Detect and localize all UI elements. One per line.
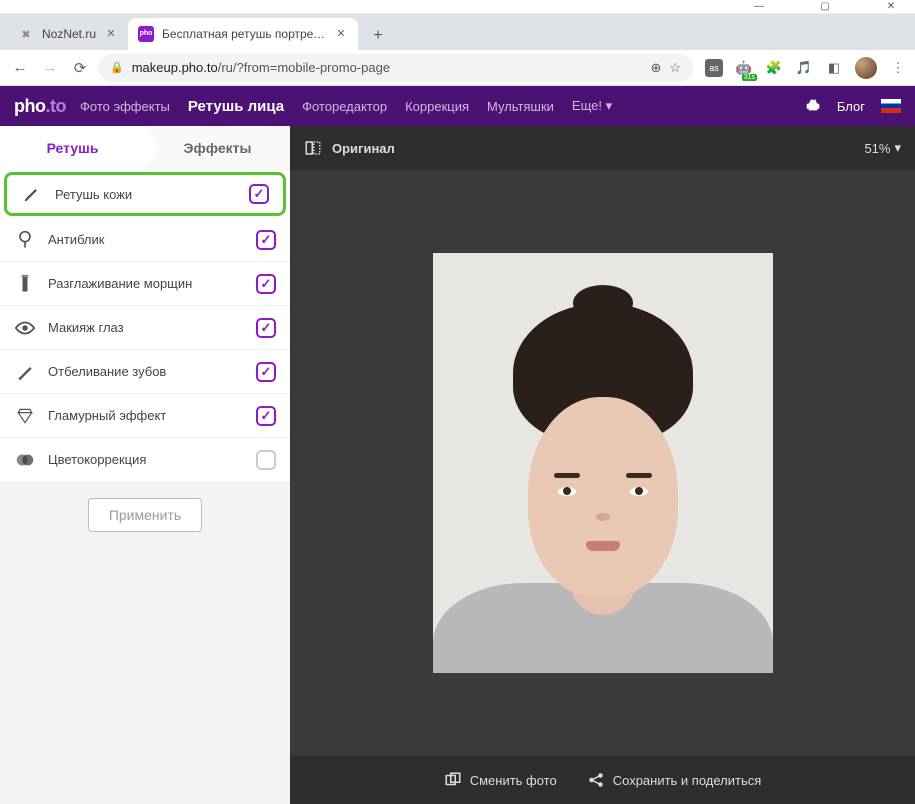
checkbox-icon[interactable]: ✓	[256, 450, 276, 470]
extension-icon[interactable]: ◧	[825, 59, 843, 77]
nav-face-retouch[interactable]: Ретушь лица	[188, 98, 284, 115]
original-label: Оригинал	[332, 141, 395, 156]
circles-icon	[14, 449, 36, 471]
nav-cartoons[interactable]: Мультяшки	[487, 99, 554, 114]
zoom-value: 51%	[864, 141, 890, 156]
option-label: Ретушь кожи	[55, 187, 237, 202]
save-share-button[interactable]: Сохранить и поделиться	[587, 771, 762, 789]
chevron-down-icon: ▾	[894, 140, 901, 156]
option-wrinkle-smoothing[interactable]: Разглаживание морщин ✓	[0, 262, 290, 306]
nav-more[interactable]: Еще! ▾	[572, 98, 612, 114]
browser-tab-noznet[interactable]: ✖ NozNet.ru ✕	[8, 18, 128, 50]
favicon-icon: ✖	[18, 26, 34, 42]
browser-tab-strip: ✖ NozNet.ru ✕ pho Бесплатная ретушь порт…	[0, 14, 915, 50]
sidebar: Ретушь Эффекты Ретушь кожи ✓ Антиблик ✓ …	[0, 126, 290, 804]
browser-tab-phото[interactable]: pho Бесплатная ретушь портретных ✕	[128, 18, 358, 50]
nav-photo-effects[interactable]: Фото эффекты	[80, 99, 170, 114]
header-right: Блог	[789, 98, 901, 114]
profile-avatar[interactable]	[855, 57, 877, 79]
language-flag-icon[interactable]	[881, 99, 901, 113]
portrait-photo	[433, 253, 773, 673]
search-in-page-icon[interactable]: ⊕	[650, 60, 661, 76]
diamond-icon	[14, 405, 36, 427]
checkbox-icon[interactable]: ✓	[256, 318, 276, 338]
change-photo-label: Сменить фото	[470, 773, 557, 788]
option-skin-retouch[interactable]: Ретушь кожи ✓	[4, 172, 286, 216]
option-anti-glare[interactable]: Антиблик ✓	[0, 218, 290, 262]
tube-icon	[14, 273, 36, 295]
apply-row: Применить	[0, 482, 290, 548]
option-label: Макияж глаз	[48, 320, 244, 335]
site-header: pho.to Фото эффекты Ретушь лица Фотореда…	[0, 86, 915, 126]
main-area: Ретушь Эффекты Ретушь кожи ✓ Антиблик ✓ …	[0, 126, 915, 804]
option-eye-makeup[interactable]: Макияж глаз ✓	[0, 306, 290, 350]
blog-link[interactable]: Блог	[837, 99, 865, 114]
reload-button[interactable]: ⟳	[68, 56, 92, 80]
window-titlebar: — ▢ ✕	[0, 0, 915, 14]
android-icon[interactable]	[805, 98, 821, 114]
extension-icon[interactable]: as	[705, 59, 723, 77]
nav-photo-editor[interactable]: Фоторедактор	[302, 99, 387, 114]
tab-title: NozNet.ru	[42, 27, 96, 41]
checkbox-icon[interactable]: ✓	[256, 274, 276, 294]
editor-bottom-bar: Сменить фото Сохранить и поделиться	[290, 756, 915, 804]
window-maximize-button[interactable]: ▢	[807, 1, 843, 12]
save-share-label: Сохранить и поделиться	[613, 773, 762, 788]
lock-icon: 🔒	[110, 61, 124, 74]
retouch-options: Ретушь кожи ✓ Антиблик ✓ Разглаживание м…	[0, 170, 290, 482]
option-teeth-whitening[interactable]: Отбеливание зубов ✓	[0, 350, 290, 394]
brush-icon	[21, 183, 43, 205]
canvas-area[interactable]	[290, 170, 915, 756]
share-icon	[587, 771, 605, 789]
extension-icon[interactable]: 🎵	[795, 59, 813, 77]
site-logo[interactable]: pho.to	[14, 96, 66, 117]
checkbox-icon[interactable]: ✓	[249, 184, 269, 204]
option-label: Гламурный эффект	[48, 408, 244, 423]
swap-icon	[444, 771, 462, 789]
tab-close-icon[interactable]: ✕	[104, 27, 118, 41]
option-glamour-effect[interactable]: Гламурный эффект ✓	[0, 394, 290, 438]
mirror-icon	[14, 229, 36, 251]
option-label: Разглаживание морщин	[48, 276, 244, 291]
option-color-correction[interactable]: Цветокоррекция ✓	[0, 438, 290, 482]
checkbox-icon[interactable]: ✓	[256, 406, 276, 426]
checkbox-icon[interactable]: ✓	[256, 362, 276, 382]
editor: Оригинал 51% ▾ Сменить	[290, 126, 915, 804]
wand-icon	[14, 361, 36, 383]
back-button[interactable]: ←	[8, 56, 32, 80]
option-label: Отбеливание зубов	[48, 364, 244, 379]
window-close-button[interactable]: ✕	[873, 1, 909, 12]
compare-icon[interactable]	[304, 139, 322, 157]
window-minimize-button[interactable]: —	[741, 1, 777, 12]
site-nav: Фото эффекты Ретушь лица Фоторедактор Ко…	[80, 98, 612, 115]
extensions-row: as 🤖31s 🧩 🎵 ◧ ⋮	[699, 57, 907, 79]
tab-close-icon[interactable]: ✕	[334, 27, 348, 41]
chrome-menu-icon[interactable]: ⋮	[889, 59, 907, 77]
extension-icon[interactable]: 🤖31s	[735, 59, 753, 77]
sidebar-tab-retouch[interactable]: Ретушь	[0, 126, 145, 170]
option-label: Цветокоррекция	[48, 452, 244, 467]
browser-toolbar: ← → ⟳ 🔒 makeup.pho.to/ru/?from=mobile-pr…	[0, 50, 915, 86]
checkbox-icon[interactable]: ✓	[256, 230, 276, 250]
eye-icon	[14, 317, 36, 339]
forward-button[interactable]: →	[38, 56, 62, 80]
option-label: Антиблик	[48, 232, 244, 247]
extensions-menu-icon[interactable]: 🧩	[765, 59, 783, 77]
url-host: makeup.pho.to/ru/?from=mobile-promo-page	[132, 60, 390, 75]
star-icon[interactable]: ☆	[669, 60, 681, 76]
address-bar[interactable]: 🔒 makeup.pho.to/ru/?from=mobile-promo-pa…	[98, 54, 693, 82]
editor-toolbar: Оригинал 51% ▾	[290, 126, 915, 170]
zoom-control[interactable]: 51% ▾	[864, 140, 901, 156]
nav-correction[interactable]: Коррекция	[405, 99, 469, 114]
tab-title: Бесплатная ретушь портретных	[162, 27, 326, 41]
apply-button[interactable]: Применить	[88, 498, 202, 532]
sidebar-tab-effects[interactable]: Эффекты	[145, 126, 290, 170]
new-tab-button[interactable]: +	[364, 22, 392, 50]
change-photo-button[interactable]: Сменить фото	[444, 771, 557, 789]
sidebar-tabs: Ретушь Эффекты	[0, 126, 290, 170]
favicon-icon: pho	[138, 26, 154, 42]
